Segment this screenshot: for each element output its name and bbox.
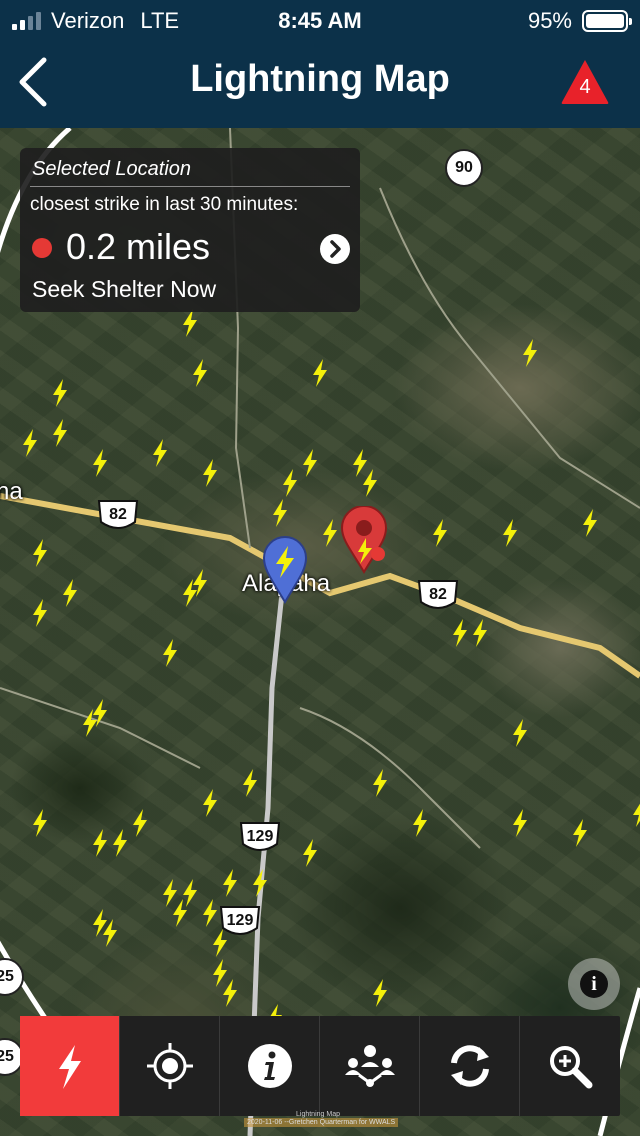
lightning-strike-icon: [93, 449, 107, 477]
lightning-strike-icon: [453, 619, 467, 647]
lightning-strike-icon: [63, 579, 77, 607]
lightning-strike-icon: [93, 829, 107, 857]
card-title: Selected Location: [32, 158, 192, 180]
share-tool[interactable]: [320, 1016, 420, 1116]
lightning-strike-icon: [303, 839, 317, 867]
lightning-strike-icon: [113, 829, 127, 857]
lightning-strike-icon: [513, 809, 527, 837]
alert-count: 4: [579, 76, 591, 98]
map-credit: 2020-11-06 --Gretchen Quarterman for WWA…: [244, 1118, 399, 1127]
lightning-strike-icon: [93, 909, 107, 937]
lightning-strike-icon: [413, 809, 427, 837]
lightning-strike-icon: [23, 429, 37, 457]
lightning-strike-icon: [583, 509, 597, 537]
lightning-strike-icon: [213, 929, 227, 957]
lightning-strike-icon: [633, 803, 640, 827]
lightning-strike-icon: [33, 599, 47, 627]
lightning-strike-icon: [323, 519, 337, 547]
lightning-map[interactable]: 82 82 129 129 90 25 25 Alapaha na Select…: [0, 128, 640, 1136]
map-credit-title: Lightning Map: [296, 1111, 340, 1118]
lightning-strike-icon: [523, 339, 537, 367]
lightning-strike-icon: [203, 459, 217, 487]
user-location-pin-icon[interactable]: [262, 536, 308, 604]
us-route-shield: 82: [96, 498, 140, 534]
network-icon: [345, 1045, 395, 1087]
lightning-strike-icon: [243, 769, 257, 797]
battery-icon: [582, 10, 632, 32]
refresh-icon: [451, 1045, 489, 1087]
lightning-strike-icon: [373, 769, 387, 797]
lightning-strike-icon: [473, 619, 487, 647]
selected-location-pin-icon[interactable]: [340, 506, 390, 576]
lightning-strike-icon: [193, 359, 207, 387]
us-route-shield: 82: [416, 578, 460, 614]
chevron-right-icon: [330, 240, 341, 258]
lightning-icon: [59, 1045, 81, 1089]
lightning-strike-icon: [363, 469, 377, 497]
lightning-strike-icon: [33, 809, 47, 837]
card-divider: [30, 186, 350, 187]
alert-button[interactable]: 4: [560, 58, 610, 106]
lightning-strike-icon: [573, 819, 587, 847]
details-button[interactable]: [320, 234, 350, 264]
zoom-tool[interactable]: [520, 1016, 620, 1116]
state-route-marker: 90: [445, 149, 483, 187]
lightning-strike-icon: [203, 789, 217, 817]
nav-bar: Lightning Map 4: [0, 40, 640, 128]
lightning-strike-icon: [223, 869, 237, 897]
status-right: 95%: [527, 8, 632, 34]
lightning-strike-icon: [153, 439, 167, 467]
lightning-strike-icon: [93, 699, 107, 727]
lightning-strike-icon: [183, 309, 197, 337]
lightning-tool[interactable]: [20, 1016, 120, 1116]
lightning-strike-icon: [373, 979, 387, 1007]
lightning-strike-icon: [203, 899, 217, 927]
lightning-strike-icon: [503, 519, 517, 547]
lightning-strike-icon: [313, 359, 327, 387]
strike-distance: 0.2 miles: [66, 226, 211, 267]
map-info-button[interactable]: i: [568, 958, 620, 1010]
lightning-strike-icon: [433, 519, 447, 547]
lightning-strike-icon: [33, 539, 47, 567]
lightning-strike-icon: [163, 639, 177, 667]
lightning-strike-icon: [303, 449, 317, 477]
shelter-advice: Seek Shelter Now: [32, 276, 217, 302]
crosshair-icon: [147, 1043, 193, 1089]
info-icon: [248, 1044, 292, 1088]
bottom-toolbar: [20, 1016, 620, 1116]
lightning-strike-icon: [173, 899, 187, 927]
lightning-strike-icon: [253, 869, 267, 897]
selected-location-card[interactable]: Selected Location closest strike in last…: [20, 148, 360, 312]
page-title: Lightning Map: [190, 58, 450, 100]
lightning-strike-icon: [193, 569, 207, 597]
card-subtitle: closest strike in last 30 minutes:: [30, 194, 299, 215]
danger-dot-icon: [32, 238, 52, 258]
lightning-strike-icon: [513, 719, 527, 747]
us-route-shield: 129: [238, 820, 282, 856]
status-bar: Verizon LTE 8:45 AM 95%: [0, 0, 640, 40]
town-label-edge: na: [0, 478, 23, 505]
info-tool[interactable]: [220, 1016, 320, 1116]
lightning-strike-icon: [223, 979, 237, 1007]
lightning-strike-icon: [283, 469, 297, 497]
lightning-strike-icon: [53, 419, 67, 447]
info-icon: i: [580, 970, 608, 998]
lightning-strike-icon: [53, 379, 67, 407]
battery-percent: 95%: [527, 8, 572, 33]
lightning-strike-icon: [133, 809, 147, 837]
locate-tool[interactable]: [120, 1016, 220, 1116]
lightning-strike-icon: [273, 499, 287, 527]
zoom-in-icon: [550, 1046, 593, 1089]
refresh-tool[interactable]: [420, 1016, 520, 1116]
